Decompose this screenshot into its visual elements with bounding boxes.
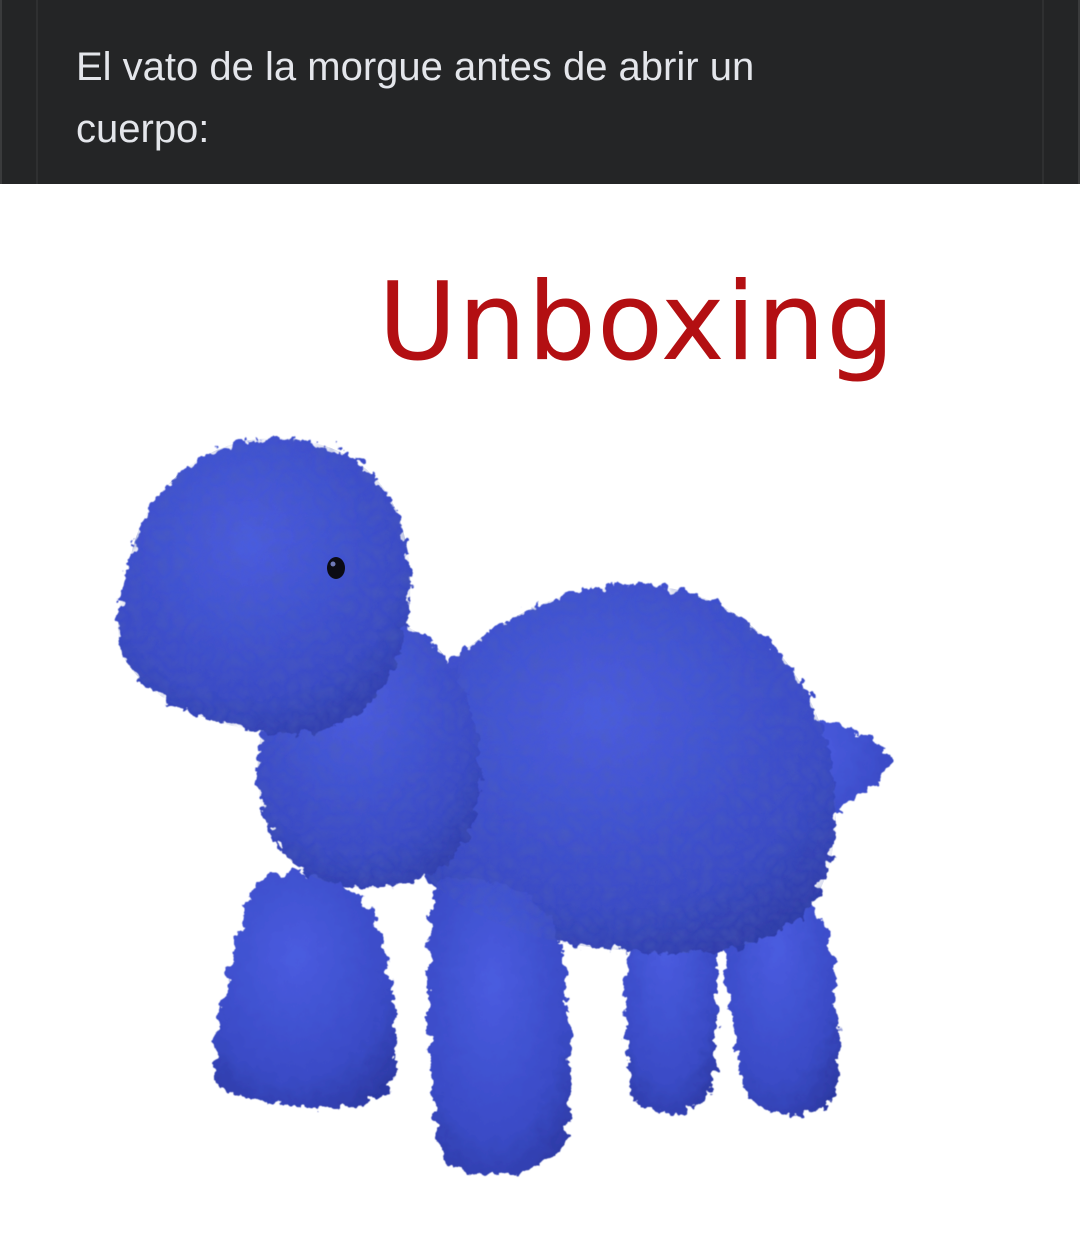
dinosaur-eye <box>327 557 345 579</box>
post-caption-bar: El vato de la morgue antes de abrir un c… <box>0 0 1080 184</box>
post-caption-text: El vato de la morgue antes de abrir un c… <box>76 45 755 151</box>
meme-title: Unboxing <box>378 260 896 385</box>
dinosaur-plush <box>117 438 893 1174</box>
post-container: El vato de la morgue antes de abrir un c… <box>0 0 1080 1245</box>
